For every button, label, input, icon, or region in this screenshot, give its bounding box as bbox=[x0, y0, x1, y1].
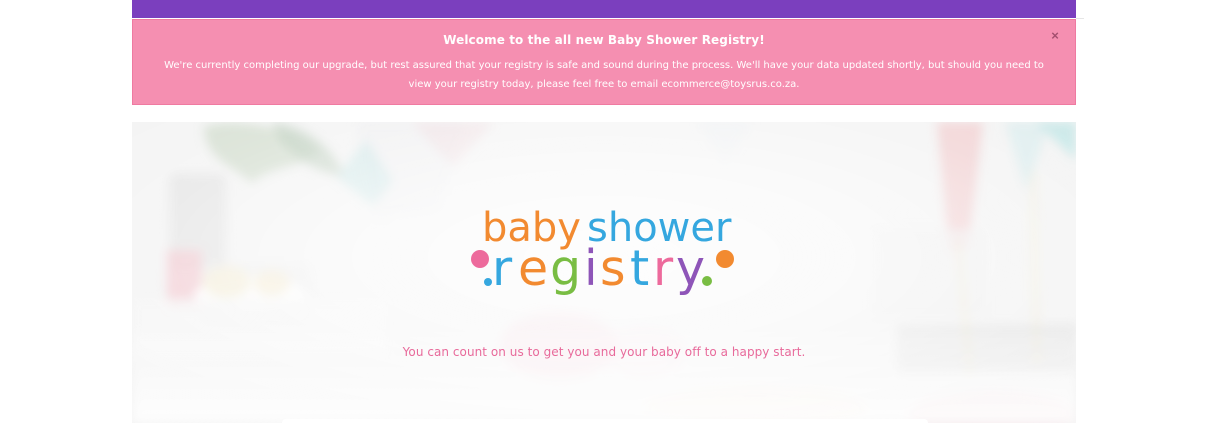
logo-letter-r-1: r bbox=[492, 240, 513, 297]
logo-dot-green bbox=[702, 276, 712, 286]
welcome-alert: × Welcome to the all new Baby Shower Reg… bbox=[132, 19, 1076, 105]
logo-letter-s: s bbox=[600, 240, 626, 297]
page: × Welcome to the all new Baby Shower Reg… bbox=[0, 0, 1210, 423]
logo-dot-pink bbox=[471, 250, 489, 268]
registry-content-card-top bbox=[282, 419, 928, 423]
logo-letter-e: e bbox=[518, 240, 548, 297]
header-rule bbox=[1076, 18, 1084, 19]
logo-letter-i: i bbox=[584, 240, 598, 297]
registry-tagline: You can count on us to get you and your … bbox=[402, 345, 806, 359]
alert-title: Welcome to the all new Baby Shower Regis… bbox=[443, 33, 765, 47]
baby-shower-registry-logo: baby shower r e g i s t r y bbox=[471, 205, 734, 297]
alert-message-line-1: We're currently completing our upgrade, … bbox=[164, 60, 1044, 71]
registry-hero: baby shower r e g i s t r y You can coun… bbox=[132, 122, 1076, 423]
logo-letter-t: t bbox=[630, 240, 649, 297]
logo-letter-y: y bbox=[676, 240, 705, 297]
alert-message: We're currently completing our upgrade, … bbox=[147, 56, 1061, 94]
alert-message-line-2: view your registry today, please feel fr… bbox=[408, 79, 800, 90]
logo-dot-blue bbox=[484, 278, 492, 286]
logo-letter-g: g bbox=[550, 240, 581, 297]
logo-dot-orange bbox=[716, 250, 734, 268]
logo-letter-r-2: r bbox=[653, 240, 674, 297]
header-bar bbox=[132, 0, 1076, 18]
